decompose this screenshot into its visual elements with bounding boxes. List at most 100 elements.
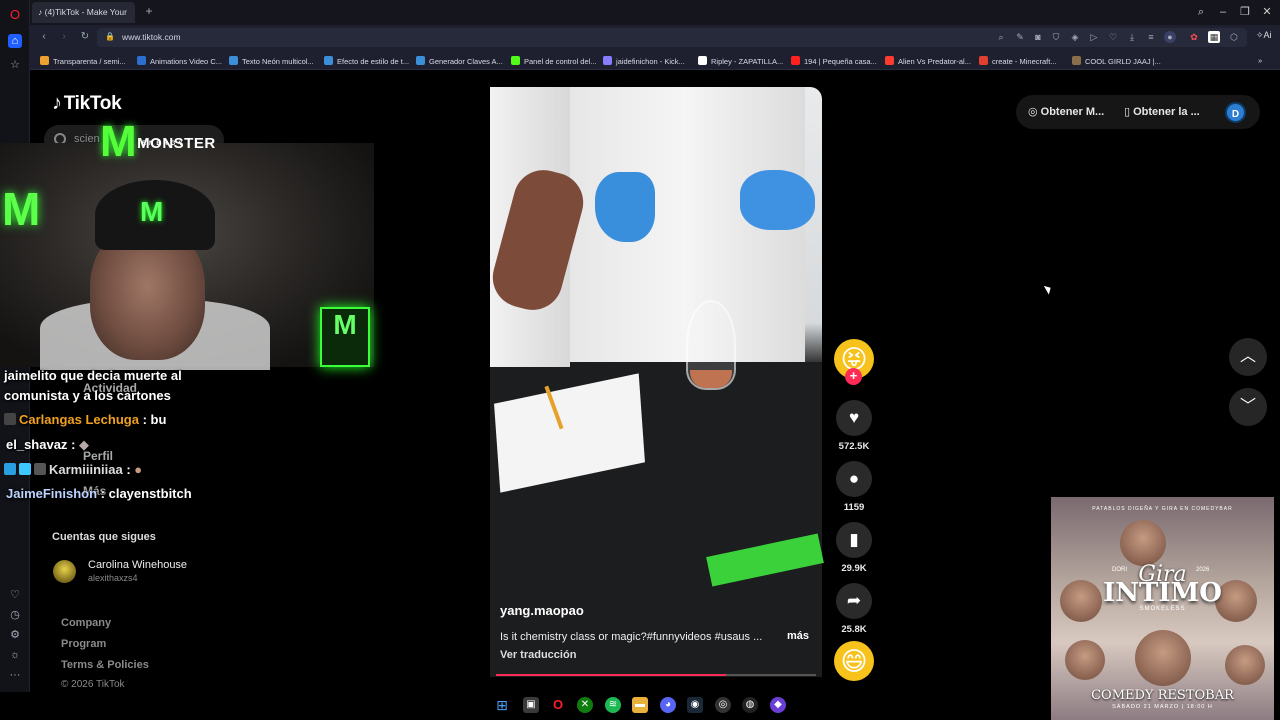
get-coins-label: Obtener M... <box>1040 106 1105 118</box>
chat-text: : <box>126 462 131 477</box>
bookmark-label: Animations Video C... <box>150 57 222 66</box>
steam-icon[interactable]: ◉ <box>687 697 703 713</box>
comment-button[interactable]: ● <box>836 461 872 497</box>
bookmark-item[interactable]: Texto Neón multicol... <box>229 56 314 66</box>
video-more-button[interactable]: más <box>787 630 809 642</box>
extension-red-icon[interactable]: ✿ <box>1188 31 1200 43</box>
camera-icon[interactable]: ◙ <box>1032 31 1044 43</box>
forward-button[interactable]: › <box>58 31 70 43</box>
search-tabs-icon[interactable]: ⌕ <box>1194 5 1208 19</box>
bookmark-item[interactable]: 194 | Pequeña casa... <box>791 56 877 66</box>
avatar[interactable] <box>53 560 76 583</box>
bookmark-favicon-icon <box>511 56 520 65</box>
windows-start-icon[interactable]: ⊞ <box>494 697 510 713</box>
profile-avatar[interactable]: D <box>1225 102 1246 123</box>
history-icon[interactable]: ◷ <box>8 608 22 622</box>
following-username: alexithaxzs4 <box>88 573 138 583</box>
bookmark-favicon-icon <box>416 56 425 65</box>
reload-button[interactable]: ↻ <box>79 31 91 43</box>
bookmark-item[interactable]: Animations Video C... <box>137 56 222 66</box>
bookmark-label: Ripley - ZAPATILLA... <box>711 57 784 66</box>
bookmark-item[interactable]: Transparenta / semi... <box>40 56 126 66</box>
discord-icon[interactable]: ◕ <box>660 697 676 713</box>
xbox-icon[interactable]: ✕ <box>577 697 593 713</box>
opera-logo-icon[interactable]: O <box>8 8 22 22</box>
zoom-icon[interactable]: ⌕ <box>995 31 1007 43</box>
star-icon[interactable]: ☆ <box>8 58 22 72</box>
folder-icon[interactable]: ▬ <box>632 697 648 713</box>
app-icon[interactable]: ◍ <box>742 697 758 713</box>
app-purple-icon[interactable]: ◆ <box>770 697 786 713</box>
follow-plus-button[interactable]: + <box>845 368 862 385</box>
obs-icon[interactable]: ◎ <box>715 697 731 713</box>
cube-icon[interactable]: ⬡ <box>1228 31 1240 43</box>
music-disc[interactable]: 😄 <box>834 641 874 681</box>
previous-video-button[interactable]: ︿ <box>1229 338 1267 376</box>
heart-icon[interactable]: ♡ <box>1107 31 1119 43</box>
poster-venue: COMEDY RESTOBAR <box>1091 688 1234 703</box>
bookmark-item[interactable]: COOL GIRLD JAAJ |... <box>1072 56 1161 66</box>
bookmarks-overflow-button[interactable]: » <box>1258 56 1262 65</box>
new-tab-button[interactable]: + <box>143 5 155 17</box>
footer-company[interactable]: Company <box>61 617 111 629</box>
share-button[interactable]: ➦ <box>836 583 872 619</box>
bookmark-item[interactable]: Ripley - ZAPATILLA... <box>698 56 783 66</box>
logo-text: TikTok <box>63 93 122 114</box>
restore-button[interactable]: ❐ <box>1238 5 1252 19</box>
tab-tiktok[interactable]: ♪ (4)TikTok - Make Your <box>32 2 135 23</box>
shield-icon[interactable]: ⛉ <box>1050 31 1062 43</box>
opera-gx-icon[interactable]: O <box>550 697 566 713</box>
next-video-button[interactable]: ﹀ <box>1229 388 1267 426</box>
chat-message: Carlangas Lechuga : bu <box>4 412 166 427</box>
aria-ai-button[interactable]: ✧Ai <box>1256 30 1276 44</box>
chat-badge-icon <box>34 463 46 475</box>
extensions-icon[interactable]: ◈ <box>1069 31 1081 43</box>
bookmark-label: 194 | Pequeña casa... <box>804 57 877 66</box>
bookmark-label: create - Minecraft... <box>992 57 1057 66</box>
task-view-icon[interactable]: ▣ <box>523 697 539 713</box>
bookmark-label: jaidefinichon - Kick... <box>616 57 685 66</box>
translate-button[interactable]: Ver traducción <box>500 649 576 661</box>
play-icon[interactable]: ▷ <box>1088 31 1100 43</box>
bulb-icon[interactable]: ☼ <box>8 648 22 662</box>
back-button[interactable]: ‹ <box>38 31 50 43</box>
download-icon[interactable]: ⤓ <box>1126 31 1138 43</box>
bookmark-item[interactable]: Panel de control del... <box>511 56 597 66</box>
bookmark-favicon-icon <box>885 56 894 65</box>
bookmark-favicon-icon <box>324 56 333 65</box>
save-button[interactable]: ▮ <box>836 522 872 558</box>
spotify-icon[interactable]: ≋ <box>605 697 621 713</box>
edit-icon[interactable]: ✎ <box>1014 31 1026 43</box>
bookmark-label: Panel de control del... <box>524 57 597 66</box>
close-window-button[interactable]: ✕ <box>1260 5 1274 19</box>
profile-icon[interactable]: ● <box>1164 31 1176 43</box>
chat-badge-icon <box>4 413 16 425</box>
footer-terms[interactable]: Terms & Policies <box>61 659 149 671</box>
chat-user: Carlangas Lechuga <box>19 412 139 427</box>
heart-icon[interactable]: ♡ <box>8 588 22 602</box>
tiktok-logo[interactable]: ♪ TikTok <box>52 92 122 115</box>
bookmark-item[interactable]: Efecto de estilo de t... <box>324 56 409 66</box>
more-icon[interactable]: ··· <box>8 668 22 682</box>
chat-text: : clayenstbitch <box>100 486 192 501</box>
poster-person <box>1120 520 1166 566</box>
home-icon[interactable]: ⌂ <box>8 34 22 48</box>
bookmark-item[interactable]: jaidefinichon - Kick... <box>603 56 685 66</box>
get-coins-button[interactable]: ◎ Obtener M... <box>1028 105 1104 118</box>
bookmark-item[interactable]: create - Minecraft... <box>979 56 1057 66</box>
settings-icon[interactable]: ⚙ <box>8 628 22 642</box>
like-button[interactable]: ♥ <box>836 400 872 436</box>
get-app-label: Obtener la ... <box>1133 106 1200 118</box>
tab-title: (4)TikTok - Make Your <box>44 7 127 17</box>
minimize-button[interactable]: – <box>1216 5 1230 19</box>
following-name[interactable]: Carolina Winehouse <box>88 559 187 571</box>
menu-icon[interactable]: ≡ <box>1145 31 1157 43</box>
bookmark-item[interactable]: Generador Claves A... <box>416 56 503 66</box>
share-count: 25.8K <box>841 624 867 635</box>
video-username[interactable]: yang.maopao <box>500 603 584 618</box>
footer-program[interactable]: Program <box>61 638 106 650</box>
get-app-button[interactable]: ▯ Obtener la ... <box>1124 105 1200 118</box>
url-text[interactable]: www.tiktok.com <box>122 32 181 42</box>
bookmark-item[interactable]: Alien Vs Predator-al... <box>885 56 971 66</box>
extension-grid-icon[interactable]: ▦ <box>1208 31 1220 43</box>
